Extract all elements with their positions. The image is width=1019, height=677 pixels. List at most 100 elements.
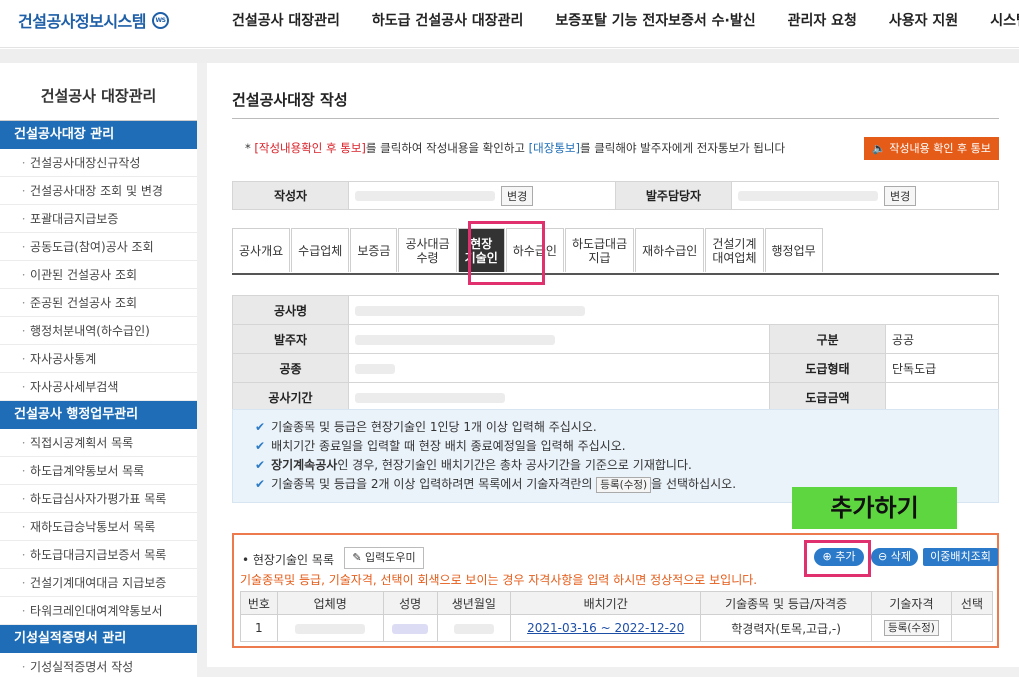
contract-type-label: 도급형태 <box>768 353 886 383</box>
tab-equipment[interactable]: 건설기계 대여업체 <box>705 228 764 272</box>
list-warning: 기술종목및 등급, 기술자격, 선택이 회색으로 보이는 경우 자격사항을 입력… <box>240 573 758 587</box>
register-edit-button[interactable]: 등록(수정) <box>884 620 939 636</box>
type-label: 구분 <box>768 324 886 354</box>
sidebar-item[interactable]: 건설공사대장신규작성 <box>0 149 197 177</box>
tab-payment[interactable]: 공사대금 수령 <box>398 228 457 272</box>
speaker-icon: 🔈 <box>872 142 886 155</box>
nav-user-support[interactable]: 사용자 지원 <box>889 10 958 30</box>
delete-button[interactable]: ⊖ 삭제 <box>871 548 918 566</box>
guide-line: ✔ 배치기간 종료일을 입력할 때 현장 배치 종료예정일을 입력해 주십시오. <box>255 437 998 456</box>
nav-guarantee-portal[interactable]: 보증포탈 기능 전자보증서 수·발신 <box>555 10 755 30</box>
sidebar-item[interactable]: 자사공사통계 <box>0 345 197 373</box>
nav-admin-request[interactable]: 관리자 요청 <box>788 10 857 30</box>
site-logo[interactable]: 건설공사정보시스템 WS <box>18 8 169 32</box>
nav-subcontract-ledger[interactable]: 하도급 건설공사 대장관리 <box>372 10 523 30</box>
sidebar-item[interactable]: 건설기계대여대금 지급보증 <box>0 569 197 597</box>
engineer-list-box: • 현장기술인 목록 ✎ 입력도우미 기술종목및 등급, 기술자격, 선택이 회… <box>232 533 999 648</box>
tab-contractor[interactable]: 수급업체 <box>291 228 350 272</box>
main-content: 건설공사대장 작성 * [작성내용확인 후 통보]를 클릭하여 작성내용을 확인… <box>207 63 1019 677</box>
guide-line: ✔ 기술종목 및 등급은 현장기술인 1인당 1개 이상 입력해 주십시오. <box>255 418 998 437</box>
sidebar-item[interactable]: 행정처분내역(하수급인) <box>0 317 197 345</box>
double-assignment-button[interactable]: 이중배치조회 <box>923 548 998 566</box>
tab-sub-payment[interactable]: 하도급대금 지급 <box>564 228 635 272</box>
project-info-table: 공사명 발주자 구분 공공 공종 도급형태 단독도급 공사기간 도급금액 <box>232 295 1000 412</box>
check-icon: ✔ <box>255 439 266 453</box>
notice-text: * [작성내용확인 후 통보]를 클릭하여 작성내용을 확인하고 [대장통보]를… <box>245 140 785 156</box>
writer-change-button[interactable]: 변경 <box>501 185 534 206</box>
notice-mid: 를 클릭하여 작성내용을 확인하고 <box>365 141 526 155</box>
sidebar-item[interactable]: 공동도급(참여)공사 조회 <box>0 233 197 261</box>
highlight-box-add <box>804 540 871 577</box>
minus-circle-icon: ⊖ <box>878 550 888 563</box>
sidebar-section-admin[interactable]: 건설공사 행정업무관리 <box>0 401 197 429</box>
notify-button-label: 작성내용 확인 후 통보 <box>889 142 991 155</box>
blurred-text <box>453 623 494 634</box>
sidebar-item[interactable]: 건설공사대장 조회 및 변경 <box>0 177 197 205</box>
col-name: 성명 <box>382 591 438 615</box>
page-title: 건설공사대장 작성 <box>232 91 348 109</box>
row-select[interactable] <box>950 614 994 642</box>
owner-label: 발주담당자 <box>615 181 732 210</box>
client-label: 발주자 <box>232 324 349 354</box>
sidebar-item[interactable]: 준공된 건설공사 조회 <box>0 289 197 317</box>
nav-system-guide[interactable]: 시스템 안내 <box>990 10 1019 30</box>
delete-label: 삭제 <box>890 550 911 563</box>
sidebar-section-ledger[interactable]: 건설공사대장 관리 <box>0 121 197 149</box>
col-company: 업체명 <box>276 591 384 615</box>
check-icon: ✔ <box>255 420 266 434</box>
tab-label: 공사대금 수령 <box>405 236 450 265</box>
sidebar-section-performance[interactable]: 기성실적증명서 관리 <box>0 625 197 653</box>
logo-text: 건설공사정보시스템 <box>18 12 146 31</box>
row-grade: 학경력자(토목,고급,-) <box>700 614 872 642</box>
guide-text: 배치기간 종료일을 입력할 때 현장 배치 종료예정일을 입력해 주십시오. <box>271 439 626 453</box>
tab-deposit[interactable]: 보증금 <box>350 228 398 272</box>
row-company <box>276 614 384 642</box>
guide-line: ✔ 장기계속공사인 경우, 현장기술인 배치기간은 총차 공사기간을 기준으로 기… <box>255 456 998 475</box>
check-icon: ✔ <box>255 458 266 472</box>
owner-change-button[interactable]: 변경 <box>884 185 917 206</box>
sidebar-item[interactable]: 직접시공계획서 목록 <box>0 429 197 457</box>
row-name[interactable] <box>382 614 438 642</box>
notice-link-confirm: [작성내용확인 후 통보] <box>254 141 366 155</box>
sidebar-item[interactable]: 하도급대금지급보증서 목록 <box>0 541 197 569</box>
sidebar-item[interactable]: 이관된 건설공사 조회 <box>0 261 197 289</box>
col-select: 선택 <box>950 591 994 615</box>
notice-star: * <box>245 141 251 155</box>
sidebar: 건설공사 대장관리 건설공사대장 관리 건설공사대장신규작성 건설공사대장 조회… <box>0 63 197 677</box>
check-icon: ✔ <box>255 477 266 491</box>
highlight-box-tab <box>468 221 545 285</box>
blurred-text <box>392 623 429 634</box>
nav-construction-ledger[interactable]: 건설공사 대장관리 <box>232 10 340 30</box>
blurred-text <box>355 392 505 403</box>
sidebar-item[interactable]: 하도급심사자가평가표 목록 <box>0 485 197 513</box>
col-birthdate: 생년월일 <box>436 591 512 615</box>
guide-text: 인 경우, 현장기술인 배치기간은 총차 공사기간을 기준으로 기재합니다. <box>337 458 692 472</box>
tab-overview[interactable]: 공사개요 <box>232 228 291 272</box>
period-link[interactable]: 2021-03-16 ~ 2022-12-20 <box>527 621 684 635</box>
tab-re-subcontractor[interactable]: 재하수급인 <box>635 228 705 272</box>
contract-type-value: 단독도급 <box>884 353 1000 383</box>
title-divider <box>232 118 999 119</box>
input-helper-button[interactable]: ✎ 입력도우미 <box>344 547 424 569</box>
row-period[interactable]: 2021-03-16 ~ 2022-12-20 <box>510 614 702 642</box>
notify-button[interactable]: 🔈 작성내용 확인 후 통보 <box>864 137 999 160</box>
guide-text: 기술종목 및 등급을 2개 이상 입력하려면 목록에서 기술자격란의 <box>271 477 593 491</box>
sidebar-item[interactable]: 하도급계약통보서 목록 <box>0 457 197 485</box>
sidebar-item[interactable]: 타워크레인대여계약통보서 <box>0 597 197 625</box>
sidebar-item[interactable]: 포괄대금지급보증 <box>0 205 197 233</box>
guide-bold-text: 장기계속공사 <box>271 458 338 472</box>
tab-admin[interactable]: 행정업무 <box>764 228 823 272</box>
sidebar-item[interactable]: 자사공사세부검색 <box>0 373 197 401</box>
period-value <box>348 382 770 412</box>
sidebar-item[interactable]: 기성실적증명서 작성 <box>0 653 197 677</box>
tabs-underline <box>232 273 999 275</box>
blurred-text <box>355 190 495 201</box>
blurred-text <box>355 305 585 316</box>
sidebar-item[interactable]: 재하도급승낙통보서 목록 <box>0 513 197 541</box>
owner-value: 변경 <box>731 181 999 210</box>
writer-value: 변경 <box>348 181 616 210</box>
top-header: 건설공사정보시스템 WS 건설공사 대장관리 하도급 건설공사 대장관리 보증포… <box>0 0 1019 48</box>
project-name-label: 공사명 <box>232 295 349 325</box>
blurred-text <box>355 334 555 345</box>
guide-text: 기술종목 및 등급은 현장기술인 1인당 1개 이상 입력해 주십시오. <box>271 420 597 434</box>
